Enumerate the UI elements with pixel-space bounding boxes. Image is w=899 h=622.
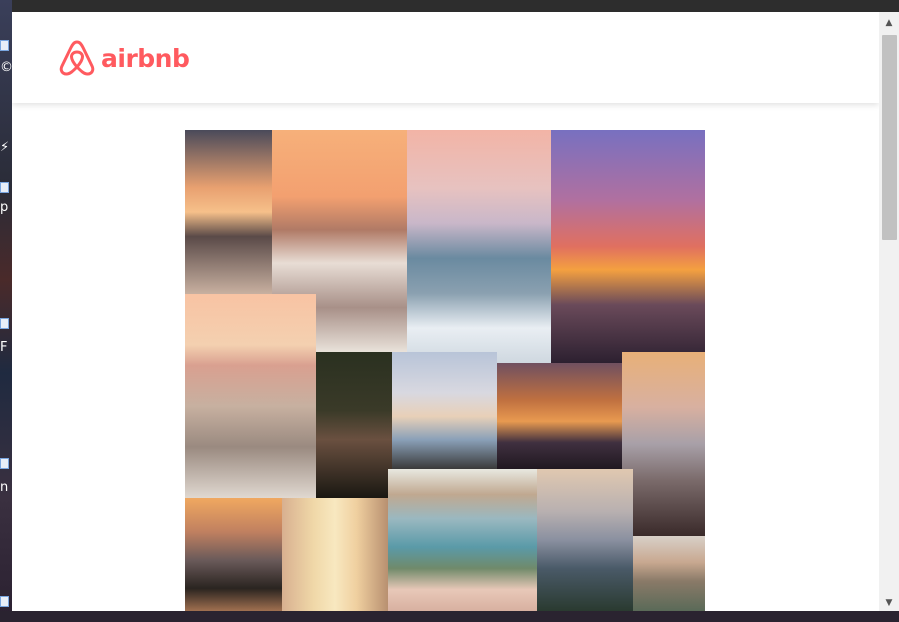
cliff-jump-sunset-photo <box>551 130 705 363</box>
sailboat-sunset-photo <box>185 130 272 294</box>
airbnb-belo-icon <box>59 40 95 76</box>
desktop-shortcut-icon[interactable] <box>0 40 9 51</box>
curtain-sunlight-photo <box>282 498 388 611</box>
van-interior-photo <box>633 536 705 611</box>
brand-name: airbnb <box>101 43 190 73</box>
desktop-text-fragment: © <box>0 60 12 75</box>
scroll-down-arrow-icon[interactable]: ▼ <box>879 594 899 611</box>
desktop-shortcut-icon[interactable] <box>0 318 9 329</box>
car-road-trip-photo <box>185 498 282 611</box>
travel-photo-collage <box>185 130 705 611</box>
desktop-bolt-fragment: ⚡ <box>0 140 10 155</box>
desktop-text-fragment: n <box>0 480 9 495</box>
cliff-friends-sea-photo <box>622 352 705 536</box>
desktop-text-fragment: F <box>0 340 8 355</box>
desktop-shortcut-icon[interactable] <box>0 458 9 469</box>
sea-clouds-swimmers-photo <box>407 130 551 363</box>
vertical-scrollbar[interactable]: ▲ ▼ <box>879 12 899 611</box>
mountain-lake-photo <box>537 469 633 611</box>
airbnb-logo[interactable]: airbnb <box>57 38 190 78</box>
desktop-shortcut-icon[interactable] <box>0 182 9 193</box>
desktop-shortcut-icon[interactable] <box>0 596 9 607</box>
scroll-up-arrow-icon[interactable]: ▲ <box>879 14 899 31</box>
couple-swimming-forest-photo <box>316 352 392 498</box>
lagoon-wine-glasses-photo <box>388 469 537 611</box>
desktop-text-fragment: p <box>0 200 9 215</box>
palm-tree-beach-photo <box>392 352 497 469</box>
browser-window: airbnb <box>12 12 879 611</box>
taskbar-edge <box>0 611 899 622</box>
scrollbar-thumb[interactable] <box>882 35 897 240</box>
site-header: airbnb <box>12 12 879 103</box>
beach-picnic-sunset-photo <box>185 294 316 498</box>
jetski-sunset-photo <box>497 363 622 469</box>
window-top-bar <box>12 0 899 12</box>
desktop-background: © ⚡ p F n <box>0 0 12 622</box>
